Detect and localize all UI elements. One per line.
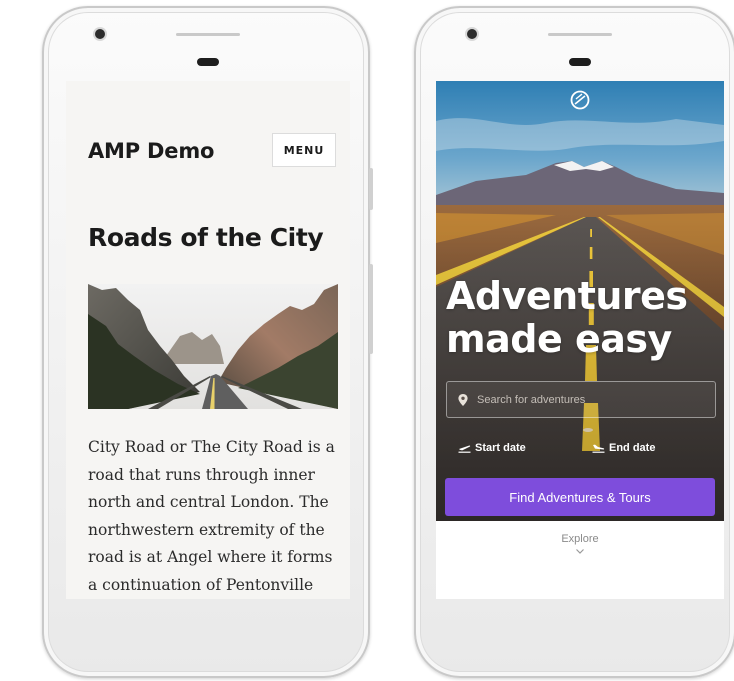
search-input[interactable] — [469, 392, 715, 407]
power-button — [369, 168, 373, 210]
post-body: City Road or The City Road is a road tha… — [88, 438, 335, 594]
menu-button[interactable]: MENU — [272, 133, 336, 167]
phone-left: AMP Demo MENU Roads of the City City Roa… — [42, 6, 373, 678]
end-date-button[interactable]: End date — [592, 440, 655, 456]
hero-headline: Adventures made easy — [446, 275, 688, 361]
volume-button — [369, 264, 373, 354]
explore-link[interactable]: Explore — [436, 533, 724, 545]
location-pin-icon — [458, 393, 468, 406]
front-camera — [467, 29, 477, 39]
phone-right: Adventures made easy Start date — [414, 6, 734, 678]
plane-landing-icon — [592, 444, 605, 453]
plane-takeoff-icon — [458, 445, 471, 453]
end-date-label: End date — [609, 442, 656, 454]
start-date-button[interactable]: Start date — [458, 440, 526, 456]
date-divider-icon — [583, 428, 593, 432]
headline-line-1: Adventures — [446, 274, 688, 318]
speaker-grille — [548, 33, 612, 36]
front-camera — [95, 29, 105, 39]
site-title[interactable]: AMP Demo — [88, 139, 214, 163]
start-date-label: Start date — [475, 442, 526, 454]
road-landscape-image — [88, 284, 338, 409]
headline-line-2: made easy — [446, 317, 672, 361]
speaker-grille — [176, 33, 240, 36]
post-title: Roads of the City — [88, 223, 324, 252]
find-adventures-button[interactable]: Find Adventures & Tours — [445, 478, 715, 516]
search-box[interactable] — [446, 381, 716, 418]
amp-demo-screen: AMP Demo MENU Roads of the City City Roa… — [66, 81, 350, 599]
adventures-screen: Adventures made easy Start date — [436, 81, 724, 599]
earpiece — [569, 58, 591, 66]
chevron-down-icon[interactable] — [576, 549, 584, 554]
globe-logo-icon[interactable] — [569, 89, 591, 111]
earpiece — [197, 58, 219, 66]
